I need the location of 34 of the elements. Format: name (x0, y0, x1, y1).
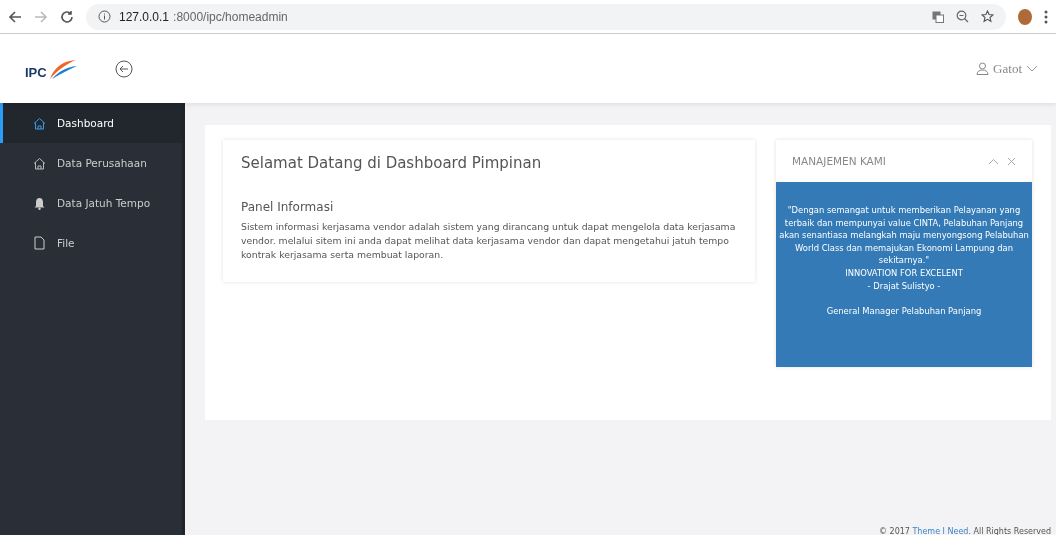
footer-text: © 2017 (879, 527, 910, 535)
url-path: :8000/ipc/homeadmin (173, 9, 288, 24)
collapse-sidebar-icon[interactable] (115, 59, 133, 78)
info-icon (98, 10, 111, 23)
chevron-down-icon (1026, 64, 1038, 73)
panel-title: MANAJEMEN KAMI (792, 155, 886, 167)
panel-heading: Panel Informasi (241, 200, 335, 214)
url-host: 127.0.0.1 (119, 9, 170, 24)
sidebar-item[interactable]: File (0, 223, 182, 263)
panel-description: Sistem informasi kerjasama vendor adalah sistem yang dirancang untuk dapat mengelola data kerjasama vendor. melalui sitem ini anda dapat melihat data kerjasama vendor dan dapat mengetahui jatuh tempo kontrak kerjasama serta membuat laporan. (241, 220, 737, 262)
back-icon[interactable] (8, 9, 22, 24)
profile-avatar[interactable] (1018, 8, 1032, 25)
sidebar-item[interactable]: Data Perusahaan (0, 143, 182, 183)
star-icon[interactable] (981, 10, 994, 23)
logo-text: IPC (25, 64, 47, 80)
menu-icon[interactable] (1044, 9, 1048, 24)
sidebar-item[interactable]: Dashboard (0, 103, 182, 143)
quote-text: - Drajat Sulistyo - (866, 279, 942, 293)
quote-text: INNOVATION FOR EXCELENT (844, 267, 964, 280)
home-icon (33, 116, 46, 130)
user-menu[interactable]: Gatot (976, 60, 1038, 77)
quote-text: "Dengan semangat untuk memberikan Pelayanan yang terbaik dan mempunyai value CINTA, Pelabuhan Panjang akan senantiasa melangkah maju menyongsong Pelabuhan World Class dan memajukan Ekonomi Lampung dan sekitarnya." (778, 204, 1030, 268)
reload-icon[interactable] (60, 9, 74, 24)
welcome-title: Selamat Datang di Dashboard Pimpinan (241, 154, 543, 172)
file-icon (33, 236, 46, 250)
footer-text: . All Rights Reserved (968, 527, 1051, 535)
address-bar[interactable]: 127.0.0.1 :8000/ipc/homeadmin (86, 3, 1006, 30)
bell-icon (33, 196, 46, 210)
zoom-out-icon[interactable] (956, 10, 969, 23)
sidebar-item[interactable]: Data Jatuh Tempo (0, 183, 182, 223)
quote-text: General Manager Pelabuhan Panjang (825, 304, 983, 318)
user-icon (976, 62, 990, 75)
translate-icon[interactable] (932, 10, 944, 23)
home-icon (33, 156, 46, 170)
